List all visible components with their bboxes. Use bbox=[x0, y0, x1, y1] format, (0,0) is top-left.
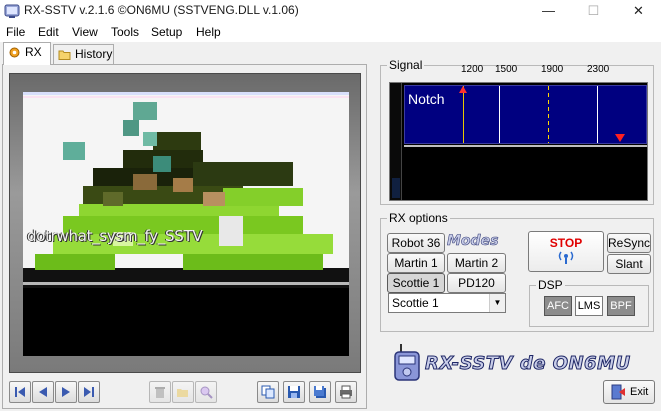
mode-select[interactable]: Scottie 1 ▼ bbox=[388, 293, 506, 313]
scale-2300: 2300 bbox=[587, 64, 610, 75]
mode-martin2-button[interactable]: Martin 2 bbox=[447, 253, 506, 273]
spectrum-display: Notch bbox=[389, 82, 648, 201]
marker-1500 bbox=[499, 86, 500, 143]
antenna-signal-icon bbox=[558, 251, 574, 264]
mode-select-value: Scottie 1 bbox=[392, 296, 439, 310]
next-button[interactable] bbox=[55, 381, 77, 403]
marker-2300 bbox=[597, 86, 598, 143]
exit-label: Exit bbox=[630, 386, 649, 398]
tab-history-label: History bbox=[75, 47, 113, 61]
notch-label: Notch bbox=[408, 91, 445, 107]
rx-options-label: RX options bbox=[387, 211, 450, 225]
menu-view[interactable]: View bbox=[72, 25, 98, 39]
mode-robot36-button[interactable]: Robot 36 bbox=[387, 233, 445, 253]
save-multiple-icon bbox=[314, 386, 326, 398]
copy-icon bbox=[261, 385, 275, 399]
dsp-group: DSP AFC LMS BPF bbox=[529, 278, 649, 327]
slant-button[interactable]: Slant bbox=[607, 254, 651, 274]
previous-button[interactable] bbox=[32, 381, 54, 403]
app-icon bbox=[4, 4, 20, 18]
image-overlay-text: dotrwhat_sysm_fy_SSTV bbox=[27, 227, 203, 245]
stop-label: STOP bbox=[549, 236, 583, 250]
gear-icon bbox=[9, 47, 20, 58]
zoom-button[interactable] bbox=[195, 381, 217, 403]
printer-icon bbox=[340, 385, 352, 399]
level-meter bbox=[390, 83, 402, 200]
spectrum-graph[interactable]: Notch bbox=[404, 85, 647, 144]
modes-logo: Modes bbox=[447, 233, 499, 250]
scale-1200: 1200 bbox=[461, 64, 484, 75]
scale-1900: 1900 bbox=[541, 64, 564, 75]
afc-toggle[interactable]: AFC bbox=[544, 296, 572, 316]
folder-icon bbox=[58, 50, 71, 60]
menu-edit[interactable]: Edit bbox=[38, 25, 59, 39]
exit-door-icon bbox=[611, 384, 625, 400]
maximize-button[interactable]: ☐ bbox=[571, 0, 616, 22]
waterfall bbox=[404, 145, 647, 199]
menu-setup[interactable]: Setup bbox=[151, 25, 182, 39]
menu-tools[interactable]: Tools bbox=[111, 25, 139, 39]
minimize-button[interactable]: — bbox=[526, 0, 571, 22]
radio-logo-icon bbox=[394, 344, 420, 381]
window-title: RX-SSTV v.2.1.6 ©ON6MU (SSTVENG.DLL v.1.… bbox=[24, 3, 299, 17]
menu-help[interactable]: Help bbox=[196, 25, 221, 39]
scale-1500: 1500 bbox=[495, 64, 518, 75]
print-button[interactable] bbox=[335, 381, 357, 403]
skip-first-icon bbox=[15, 387, 25, 397]
title-bar: RX-SSTV v.2.1.6 ©ON6MU (SSTVENG.DLL v.1.… bbox=[0, 0, 661, 22]
brand-logo: RX-SSTV de ON6MU bbox=[393, 342, 631, 384]
brand-text: RX-SSTV de ON6MU bbox=[425, 353, 631, 375]
sync-marker-icon bbox=[459, 86, 467, 93]
save-button[interactable] bbox=[283, 381, 305, 403]
bpf-toggle[interactable]: BPF bbox=[607, 296, 635, 316]
save-as-button[interactable] bbox=[309, 381, 331, 403]
mode-pd120-button[interactable]: PD120 bbox=[447, 273, 506, 293]
mode-martin1-button[interactable]: Martin 1 bbox=[387, 253, 445, 273]
tab-rx[interactable]: RX bbox=[3, 42, 51, 65]
copy-button[interactable] bbox=[257, 381, 279, 403]
resync-button[interactable]: ReSync bbox=[607, 233, 651, 253]
menu-bar: File Edit View Tools Setup Help bbox=[0, 22, 661, 42]
stop-button[interactable]: STOP bbox=[528, 231, 604, 272]
tab-history[interactable]: History bbox=[53, 44, 114, 65]
trash-icon bbox=[155, 387, 165, 398]
previous-icon bbox=[39, 387, 47, 397]
save-icon bbox=[288, 386, 300, 398]
last-button[interactable] bbox=[78, 381, 100, 403]
tuning-marker-icon bbox=[615, 134, 625, 142]
mode-scottie1-button[interactable]: Scottie 1 bbox=[387, 273, 445, 293]
lms-toggle[interactable]: LMS bbox=[575, 296, 603, 316]
marker-1200 bbox=[463, 86, 464, 143]
received-image: dotrwhat_sysm_fy_SSTV bbox=[23, 92, 349, 356]
skip-last-icon bbox=[84, 387, 94, 397]
chevron-down-icon[interactable]: ▼ bbox=[489, 294, 505, 312]
rx-panel: dotrwhat_sysm_fy_SSTV bbox=[2, 64, 367, 409]
sstv-image bbox=[23, 92, 349, 356]
next-icon bbox=[62, 387, 70, 397]
magnifier-icon bbox=[200, 386, 213, 399]
dsp-label: DSP bbox=[536, 278, 565, 292]
signal-label: Signal bbox=[387, 58, 425, 72]
tab-rx-label: RX bbox=[25, 45, 42, 59]
signal-group: Signal 1200 1500 1900 2300 Notch bbox=[380, 58, 654, 205]
open-folder-button[interactable] bbox=[172, 381, 194, 403]
close-button[interactable]: ✕ bbox=[616, 0, 661, 22]
image-frame: dotrwhat_sysm_fy_SSTV bbox=[9, 73, 361, 373]
menu-file[interactable]: File bbox=[6, 25, 25, 39]
marker-1900 bbox=[548, 86, 549, 143]
delete-button[interactable] bbox=[149, 381, 171, 403]
first-button[interactable] bbox=[9, 381, 31, 403]
exit-button[interactable]: Exit bbox=[603, 380, 655, 404]
folder-open-icon bbox=[177, 389, 188, 397]
